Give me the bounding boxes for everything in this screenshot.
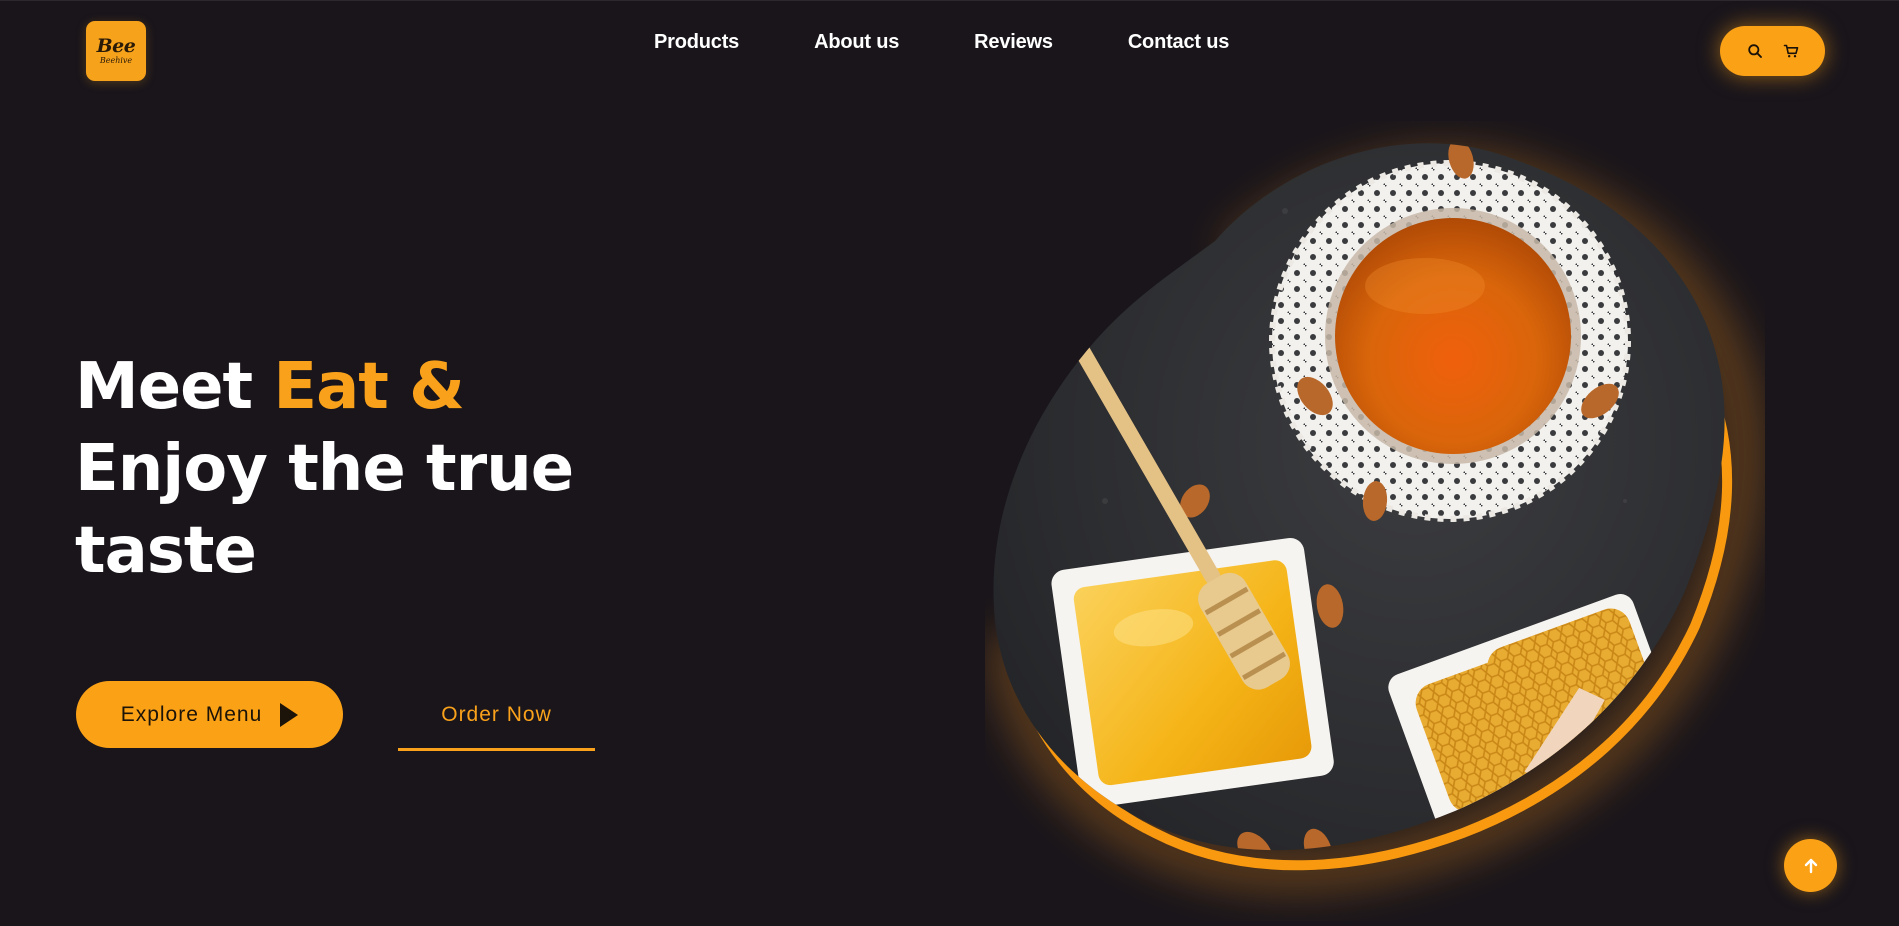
headline-meet: Meet [75,350,274,424]
play-icon [280,702,299,727]
nav-link-contact[interactable]: Contact us [1128,31,1230,54]
explore-menu-label: Explore Menu [120,702,263,726]
hero-headline: Meet Eat & Enjoy the true taste [75,346,574,592]
arrow-up-icon [1804,858,1817,873]
beehive-logo[interactable]: Bee Beehive [86,21,146,81]
logo-subtitle: Beehive [99,56,133,65]
headline-accent: Eat & [273,350,465,424]
explore-menu-button[interactable]: Explore Menu [76,681,343,748]
headline-line3: taste [75,514,257,588]
logo-script: Bee [96,35,136,57]
nav-link-reviews[interactable]: Reviews [974,31,1053,54]
main-nav: Products About us Reviews Contact us [654,31,1229,54]
order-now-link[interactable]: Order Now [398,681,595,751]
scroll-to-top-button[interactable] [1784,839,1837,892]
nav-link-about[interactable]: About us [814,31,899,54]
honey-hero-image [990,143,1763,890]
page: Bee Beehive Products About us Reviews Co… [0,0,1899,926]
header-actions [1720,26,1825,76]
search-icon[interactable] [1747,43,1763,59]
cart-icon[interactable] [1783,43,1799,59]
headline-line2: Enjoy the true [75,432,574,506]
nav-link-products[interactable]: Products [654,31,739,54]
